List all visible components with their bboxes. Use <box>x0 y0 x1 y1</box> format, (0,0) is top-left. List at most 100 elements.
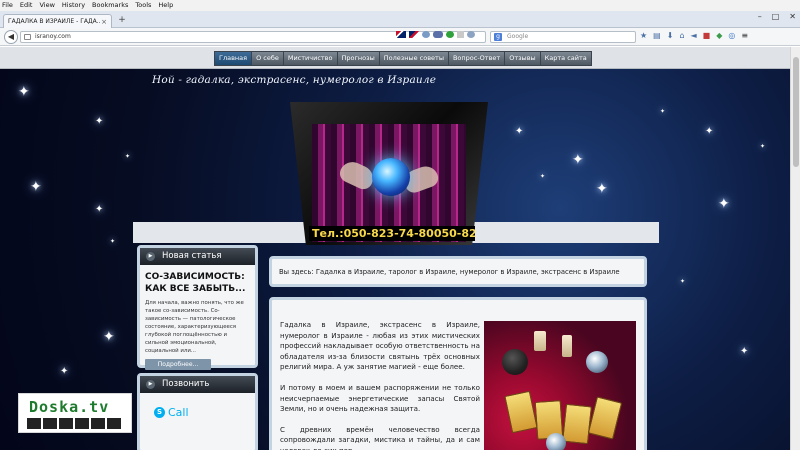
star-decoration: ✦ <box>596 181 608 197</box>
main-article: Гадалка в Израиле, экстрасенс в Израиле,… <box>269 297 647 450</box>
star-decoration: ✦ <box>515 126 524 137</box>
crystal-ball-small-image <box>546 433 566 450</box>
new-article-title: Новая статья <box>162 251 222 261</box>
breadcrumb-text: Вы здесь: Гадалка в Израиле, таролог в И… <box>279 268 620 276</box>
watermark-bars <box>27 418 121 429</box>
candle-image <box>534 331 546 351</box>
widget-header: ▶ Новая статья <box>140 248 255 265</box>
download-icon[interactable]: ⬇ <box>667 31 674 40</box>
nav-qa[interactable]: Вопрос-Ответ <box>448 51 506 66</box>
call-title: Позвонить <box>162 379 210 389</box>
google-icon[interactable]: g <box>494 33 502 41</box>
menu-icon[interactable]: ≡ <box>741 31 748 40</box>
star-decoration: ✦ <box>705 126 714 137</box>
addon-green-icon[interactable]: ◆ <box>716 31 722 40</box>
flag-uk-icon-2[interactable] <box>409 31 419 38</box>
menu-help[interactable]: Help <box>158 0 173 11</box>
minimize-icon[interactable]: – <box>758 12 762 21</box>
menu-edit[interactable]: Edit <box>20 0 33 11</box>
paragraph: Гадалка в Израиле, экстрасенс в Израиле,… <box>280 320 480 372</box>
star-decoration: ✦ <box>760 143 766 150</box>
page-info-icon[interactable] <box>24 34 31 40</box>
candle-image <box>562 335 572 357</box>
tarot-card-image <box>562 403 592 445</box>
star-decoration: ✦ <box>95 204 104 215</box>
menu-view[interactable]: View <box>39 0 54 11</box>
skype-call-button[interactable]: S Call <box>140 393 255 419</box>
menu-tools[interactable]: Tools <box>135 0 151 11</box>
tarot-photo <box>484 321 636 450</box>
site-top-bar: Главная О себе Мистичиство Прогнозы Поле… <box>0 47 800 69</box>
widget-header: ▶ Позвонить <box>140 376 255 393</box>
flag-uk-icon[interactable] <box>396 31 406 38</box>
crystal-ball-small-image <box>586 351 608 373</box>
back-button[interactable]: ◀ <box>4 30 18 44</box>
read-more-button[interactable]: Подробнее... <box>145 359 211 370</box>
arrow-icon: ▶ <box>146 380 155 389</box>
reload-icon[interactable] <box>467 31 475 38</box>
addon-blue-icon[interactable]: ◎ <box>728 31 735 40</box>
menu-bookmarks[interactable]: Bookmarks <box>92 0 128 11</box>
cauldron-image <box>502 349 528 375</box>
bookmarks-icon[interactable]: ▤ <box>653 31 661 40</box>
tarot-card-image <box>587 396 623 440</box>
banner-curtain <box>312 124 466 242</box>
green-check-icon[interactable] <box>446 31 454 38</box>
star-decoration: ✦ <box>30 179 42 195</box>
url-text: isranoy.com <box>35 33 71 40</box>
paragraph: И потому в моем и вашем распоряжении не … <box>280 382 480 414</box>
menu-bar: File Edit View History Bookmarks Tools H… <box>0 0 800 11</box>
phone-ticker: Тел.:050-823-74-80050-823- <box>309 226 475 241</box>
nav-reviews[interactable]: Отзывы <box>505 51 541 66</box>
search-input[interactable]: g Google <box>490 31 636 43</box>
star-decoration: ✦ <box>572 152 584 168</box>
star-decoration: ✦ <box>680 278 686 285</box>
call-widget: ▶ Позвонить S Call <box>137 373 258 450</box>
bookmark-star-icon[interactable]: ★ <box>640 31 647 40</box>
scrollbar-thumb[interactable] <box>793 57 799 167</box>
star-decoration: ✦ <box>660 108 666 115</box>
close-window-icon[interactable]: ✕ <box>789 12 796 21</box>
nav-sitemap[interactable]: Карта сайта <box>540 51 592 66</box>
maximize-icon[interactable]: □ <box>772 12 780 21</box>
toolbar-icons: ★ ▤ ⬇ ⌂ ◄ ■ ◆ ◎ ≡ <box>640 31 748 40</box>
nav-tips[interactable]: Полезные советы <box>379 51 449 66</box>
new-tab-button[interactable]: + <box>116 15 128 26</box>
navigation-bar: ◀ isranoy.com g Google ★ ▤ ⬇ ⌂ ◄ ■ ◆ ◎ ≡ <box>0 28 800 46</box>
star-decoration: ✦ <box>103 329 115 345</box>
star-decoration: ✦ <box>718 196 730 212</box>
doska-watermark-logo: Doska.tv <box>18 393 132 433</box>
star-icon[interactable] <box>457 31 464 38</box>
article-heading[interactable]: СО-ЗАВИСИМОСТЬ: КАК ВСЕ ЗАБЫТЬ... <box>140 265 255 297</box>
addon-icons <box>396 31 475 38</box>
pocket-icon[interactable]: ◄ <box>691 31 697 40</box>
tarot-card-image <box>504 390 538 434</box>
addon-red-icon[interactable]: ■ <box>703 31 711 40</box>
menu-history[interactable]: History <box>62 0 85 11</box>
window-controls: – □ ✕ <box>758 12 796 21</box>
menu-file[interactable]: File <box>2 0 13 11</box>
star-decoration: ✦ <box>60 366 69 377</box>
page-scrollbar[interactable] <box>790 47 800 450</box>
nav-mysticism[interactable]: Мистичиство <box>283 51 338 66</box>
call-label: Call <box>168 406 189 419</box>
php-icon[interactable] <box>433 31 443 38</box>
star-decoration: ✦ <box>740 346 749 357</box>
nav-forecasts[interactable]: Прогнозы <box>337 51 380 66</box>
star-decoration: ✦ <box>95 116 104 127</box>
paragraph: С древних времён человечество всегда соп… <box>280 424 480 450</box>
star-decoration: ✦ <box>110 238 116 245</box>
breadcrumb: Вы здесь: Гадалка в Израиле, таролог в И… <box>269 256 647 287</box>
new-article-widget: ▶ Новая статья СО-ЗАВИСИМОСТЬ: КАК ВСЕ З… <box>137 245 258 370</box>
home-icon[interactable]: ⌂ <box>679 31 684 40</box>
star-decoration: ✦ <box>540 173 546 180</box>
watermark-text: Doska.tv <box>29 398 110 416</box>
web-page: ✦ ✦ ✦ ✦ ✦ ✦ ✦ ✦ ✦ ✦ ✦ ✦ ✦ ✦ ✦ ✦ ✦ ✦ Глав… <box>0 47 800 450</box>
nav-about[interactable]: О себе <box>252 51 284 66</box>
tab-close-icon[interactable]: × <box>101 18 107 26</box>
browser-tab[interactable]: ГАДАЛКА В ИЗРАИЛЕ - ГАДА... × <box>3 14 112 28</box>
tab-strip: ГАДАЛКА В ИЗРАИЛЕ - ГАДА... × + – □ ✕ <box>0 11 800 28</box>
addon-icon[interactable] <box>422 31 430 38</box>
nav-home[interactable]: Главная <box>214 51 253 66</box>
search-placeholder: Google <box>507 33 529 40</box>
